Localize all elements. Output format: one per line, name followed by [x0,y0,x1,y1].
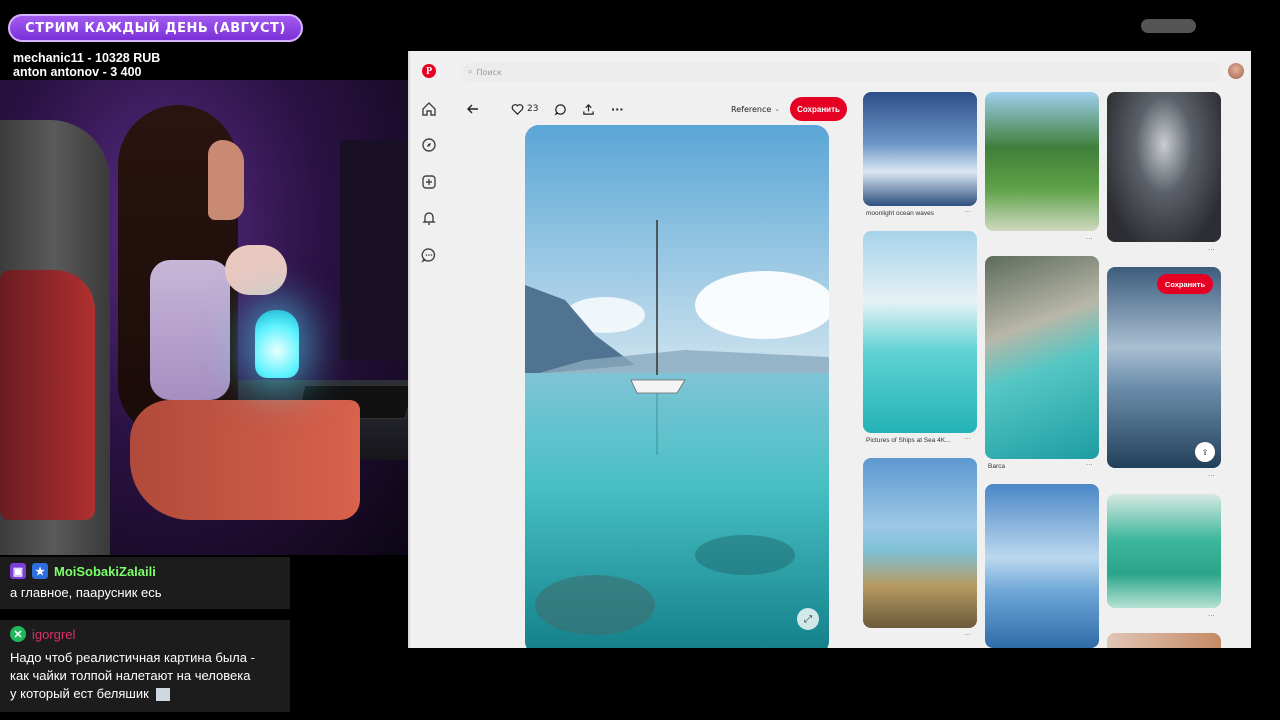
more-button[interactable]: ··· [611,99,624,119]
create-icon[interactable] [421,174,437,190]
comment-button[interactable] [554,99,567,119]
search-placeholder: Поиск [476,67,502,77]
board-select-value: Reference [731,104,772,114]
pin-card[interactable] [985,256,1099,459]
microphone [225,245,287,295]
pin-card[interactable] [863,92,977,206]
pin-card[interactable] [863,231,977,433]
emote-icon [156,688,171,702]
chat-text: а главное, паарусник есь [10,585,162,600]
more-icon[interactable]: ··· [1086,461,1093,469]
arrow-left-icon [467,104,478,114]
pin-share-button[interactable]: ⇪ [1195,442,1215,462]
pin-caption: Pictures of Ships at Sea 4K... [866,437,951,444]
pin-card[interactable] [863,458,977,628]
webcam-feed [0,80,408,555]
chat-message: ▣ ★ MoiSobakiZalaili а главное, паарусни… [0,557,290,609]
board-select[interactable]: Reference ⌄ [731,99,780,119]
chat-header: ✕ igorgrel [10,626,75,642]
donor-line: anton antonov - 3 400 [13,65,142,79]
platform-icon: ✕ [10,626,26,642]
chat-username: MoiSobakiZalaili [54,563,156,579]
chat-text-line: Надо чтоб реалистичная картина была - [10,650,255,665]
likes-count: 23 [527,104,539,114]
streamer-legs [130,400,360,520]
chat-message: ✕ igorgrel Надо чтоб реалистичная картин… [0,620,290,712]
more-icon[interactable]: ··· [964,631,971,639]
sidebar: P [410,51,450,648]
more-icon[interactable]: ··· [1086,235,1093,243]
user-badge-icon: ★ [32,563,48,579]
share-icon: ⇪ [1201,447,1209,457]
comment-icon [554,103,566,115]
twitch-icon: ▣ [10,563,26,579]
chat-username: igorgrel [32,626,76,642]
overlay-indicator [1141,19,1196,33]
search-icon: ⌕ [468,67,473,76]
chat-header: ▣ ★ MoiSobakiZalaili [10,563,156,579]
home-icon[interactable] [421,101,437,117]
pin-card[interactable] [985,92,1099,231]
more-icon[interactable]: ··· [1208,472,1215,480]
pinterest-logo-icon[interactable]: P [422,64,436,78]
pin-caption: Barca [988,463,1005,470]
pinterest-window: P ⌕ Поиск 23 ··· Reference ⌄ Сохранить ⤢… [408,51,1251,648]
chair-cushion [0,270,95,520]
sailboat-image [525,125,829,648]
streamer-shirt [150,260,230,400]
streamer-face [208,140,244,220]
more-icon[interactable]: ··· [964,208,971,216]
pin-card[interactable] [985,484,1099,648]
chat-text-fragment: у который ест беляшик [10,686,149,701]
more-icon[interactable]: ··· [964,435,971,443]
more-icon[interactable]: ··· [1208,246,1215,254]
expand-icon: ⤢ [804,613,812,625]
share-icon [583,103,594,115]
pin-card[interactable] [1107,633,1221,648]
share-button[interactable] [582,99,595,119]
search-input[interactable]: ⌕ Поиск [462,62,1222,82]
pin-card[interactable] [1107,494,1221,608]
more-icon: ··· [611,102,624,116]
chat-text-line: как чайки толпой налетают на человека [10,668,251,683]
stream-title-banner: СТРИМ КАЖДЫЙ ДЕНЬ (АВГУСТ) [8,14,303,42]
bunny-lamp [255,310,299,378]
chat-text-line: у который ест беляшик [10,685,171,702]
donor-list: mechanic11 - 10328 RUB anton antonov - 3… [13,51,160,79]
donor-line: mechanic11 - 10328 RUB [13,51,161,65]
avatar[interactable] [1228,63,1244,79]
pin-card[interactable] [1107,92,1221,242]
heart-icon [511,103,524,115]
like-button[interactable]: 23 [511,99,538,119]
notifications-icon[interactable] [421,210,437,226]
chevron-down-icon: ⌄ [774,105,781,113]
explore-icon[interactable] [421,137,437,153]
stream-title: СТРИМ КАЖДЫЙ ДЕНЬ (АВГУСТ) [25,20,286,36]
pin-caption: moonlight ocean waves [866,210,934,217]
pin-image[interactable]: ⤢ [525,125,829,648]
background-shelf [340,140,408,360]
pin-save-button[interactable]: Сохранить [1157,274,1213,294]
save-button[interactable]: Сохранить [790,97,847,121]
back-button[interactable] [466,99,480,119]
more-icon[interactable]: ··· [1208,612,1215,620]
messages-icon[interactable] [421,247,437,263]
pin-card[interactable]: Сохранить ⇪ [1107,267,1221,468]
expand-button[interactable]: ⤢ [797,608,819,630]
